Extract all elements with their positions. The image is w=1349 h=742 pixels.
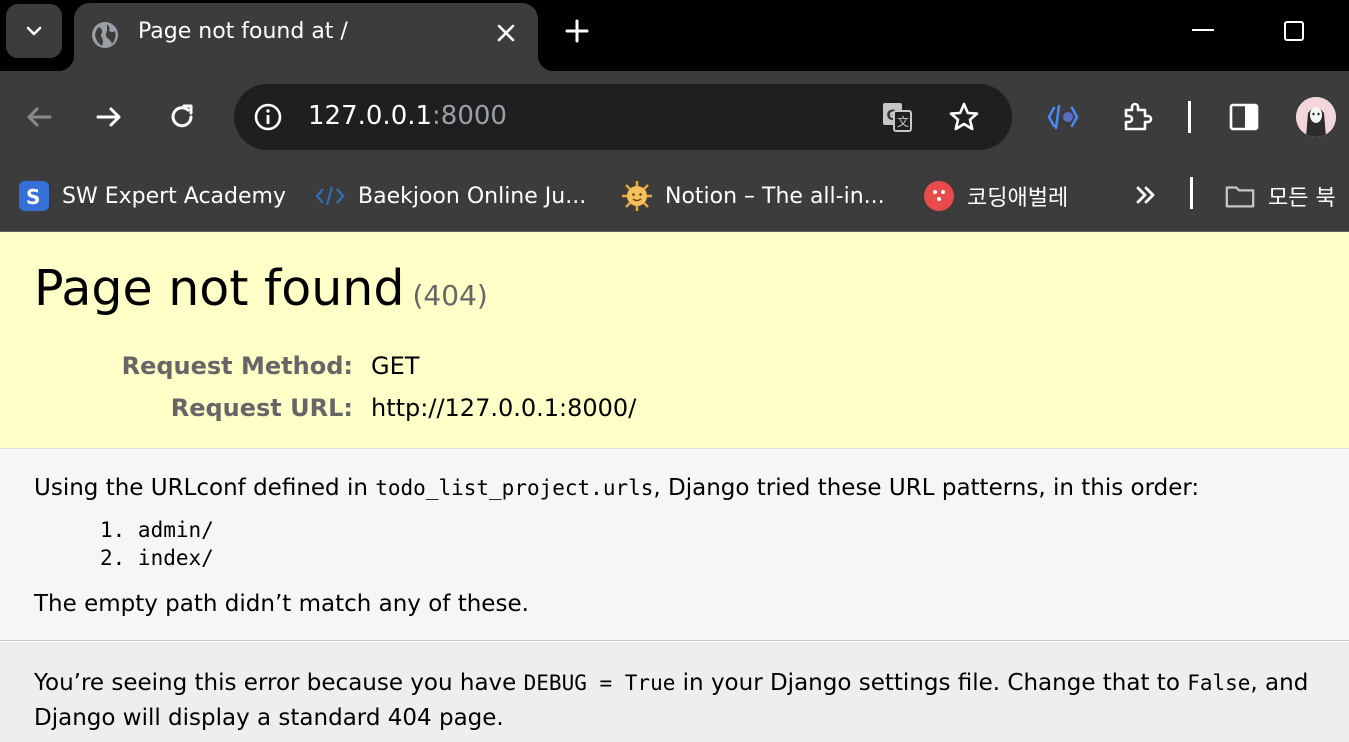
browser-toolbar: 127.0.0.1:8000 G 文 [0,71,1349,163]
address-url[interactable]: 127.0.0.1:8000 [308,101,507,131]
side-panel-icon[interactable] [1227,100,1261,134]
close-icon[interactable] [492,19,520,47]
chevron-down-icon [26,26,42,36]
svg-text:S: S [26,185,40,209]
toolbar-divider [1188,101,1191,133]
urlconf-text: Using the URLconf defined in todo_list_p… [34,475,1199,501]
bookmarks-divider [1190,177,1193,209]
bookmarks-bar: S SW Expert Academy Baekjoon Online Ju..… [0,163,1349,232]
minimize-icon[interactable] [1192,29,1214,31]
explain-part-1: You’re seeing this error because you hav… [34,670,524,696]
bookmark-label: 모든 북 [1268,186,1336,211]
sun-face-icon [621,180,653,212]
folder-icon [1224,180,1256,212]
no-match-text: The empty path didn’t match any of these… [34,591,529,617]
forward-icon[interactable] [92,100,126,134]
bookmark-all-folder[interactable]: 모든 북 [1224,176,1336,216]
tab-strip: Page not found at / [0,0,1349,71]
active-tab[interactable]: Page not found at / [58,3,554,71]
explain-part-2: in your Django settings file. Change tha… [675,670,1188,696]
back-icon[interactable] [22,100,56,134]
bookmark-star-icon[interactable] [947,100,981,134]
sw-expert-logo-icon: S [18,180,50,212]
extensions-puzzle-icon[interactable] [1120,100,1154,134]
bookmark-label: SW Expert Academy [62,183,286,209]
site-info-icon[interactable] [252,101,284,133]
request-url-label: Request URL: [170,394,353,422]
new-tab-icon[interactable] [562,16,592,46]
profile-avatar-icon [1296,97,1336,137]
request-url-row: Request URL: http://127.0.0.1:8000/ [0,394,700,424]
explanation-text: You’re seeing this error because you hav… [34,666,1344,736]
bookmark-label: Notion – The all-in... [665,183,885,209]
tab-title: Page not found at / [138,19,348,44]
debug-explanation: You’re seeing this error because you hav… [0,642,1349,742]
request-method-value: GET [371,352,420,380]
urlconf-module: todo_list_project.urls [375,476,654,500]
translate-icon[interactable]: G 文 [880,100,914,134]
bookmark-baekjoon[interactable]: Baekjoon Online Ju... [314,176,586,216]
address-host: 127.0.0.1 [308,101,433,131]
error-summary: Page not found (404) Request Method: GET … [0,232,1349,449]
debug-setting: DEBUG = True [523,671,676,695]
bookmark-label: Baekjoon Online Ju... [358,183,587,209]
maximize-icon[interactable] [1284,21,1304,41]
tab-search-button[interactable] [6,4,62,58]
bookmark-label: 코딩애벌레 [967,186,1069,211]
address-bar[interactable]: 127.0.0.1:8000 G 文 [234,84,1012,150]
more-bookmarks-icon[interactable] [1131,180,1161,210]
url-patterns-section: Using the URLconf defined in todo_list_p… [0,450,1349,641]
false-value: False [1187,671,1251,695]
bookmark-notion[interactable]: Notion – The all-in... [621,176,885,216]
request-url-value: http://127.0.0.1:8000/ [371,394,637,422]
svg-text:文: 文 [897,114,909,129]
red-circle-icon [923,180,955,212]
request-method-row: Request Method: GET [0,352,700,382]
status-code: (404) [412,279,488,312]
urlconf-prefix: Using the URLconf defined in [34,475,376,501]
extension-devtools-icon[interactable] [1046,100,1080,134]
bookmark-sw-expert[interactable]: S SW Expert Academy [18,176,286,216]
page-title: Page not found (404) [34,260,488,317]
page-title-text: Page not found [34,260,405,317]
request-method-label: Request Method: [121,352,353,380]
reload-icon[interactable] [165,100,199,134]
profile-avatar[interactable] [1296,97,1336,137]
url-pattern-item: 2. index/ [100,546,214,570]
code-brackets-icon [314,180,346,212]
urlconf-suffix: , Django tried these URL patterns, in th… [653,475,1200,501]
url-pattern-item: 1. admin/ [100,518,214,542]
bookmark-coding-larva[interactable]: 코딩애벌레 [923,176,1068,216]
globe-icon [92,22,118,48]
address-port: :8000 [432,101,507,131]
